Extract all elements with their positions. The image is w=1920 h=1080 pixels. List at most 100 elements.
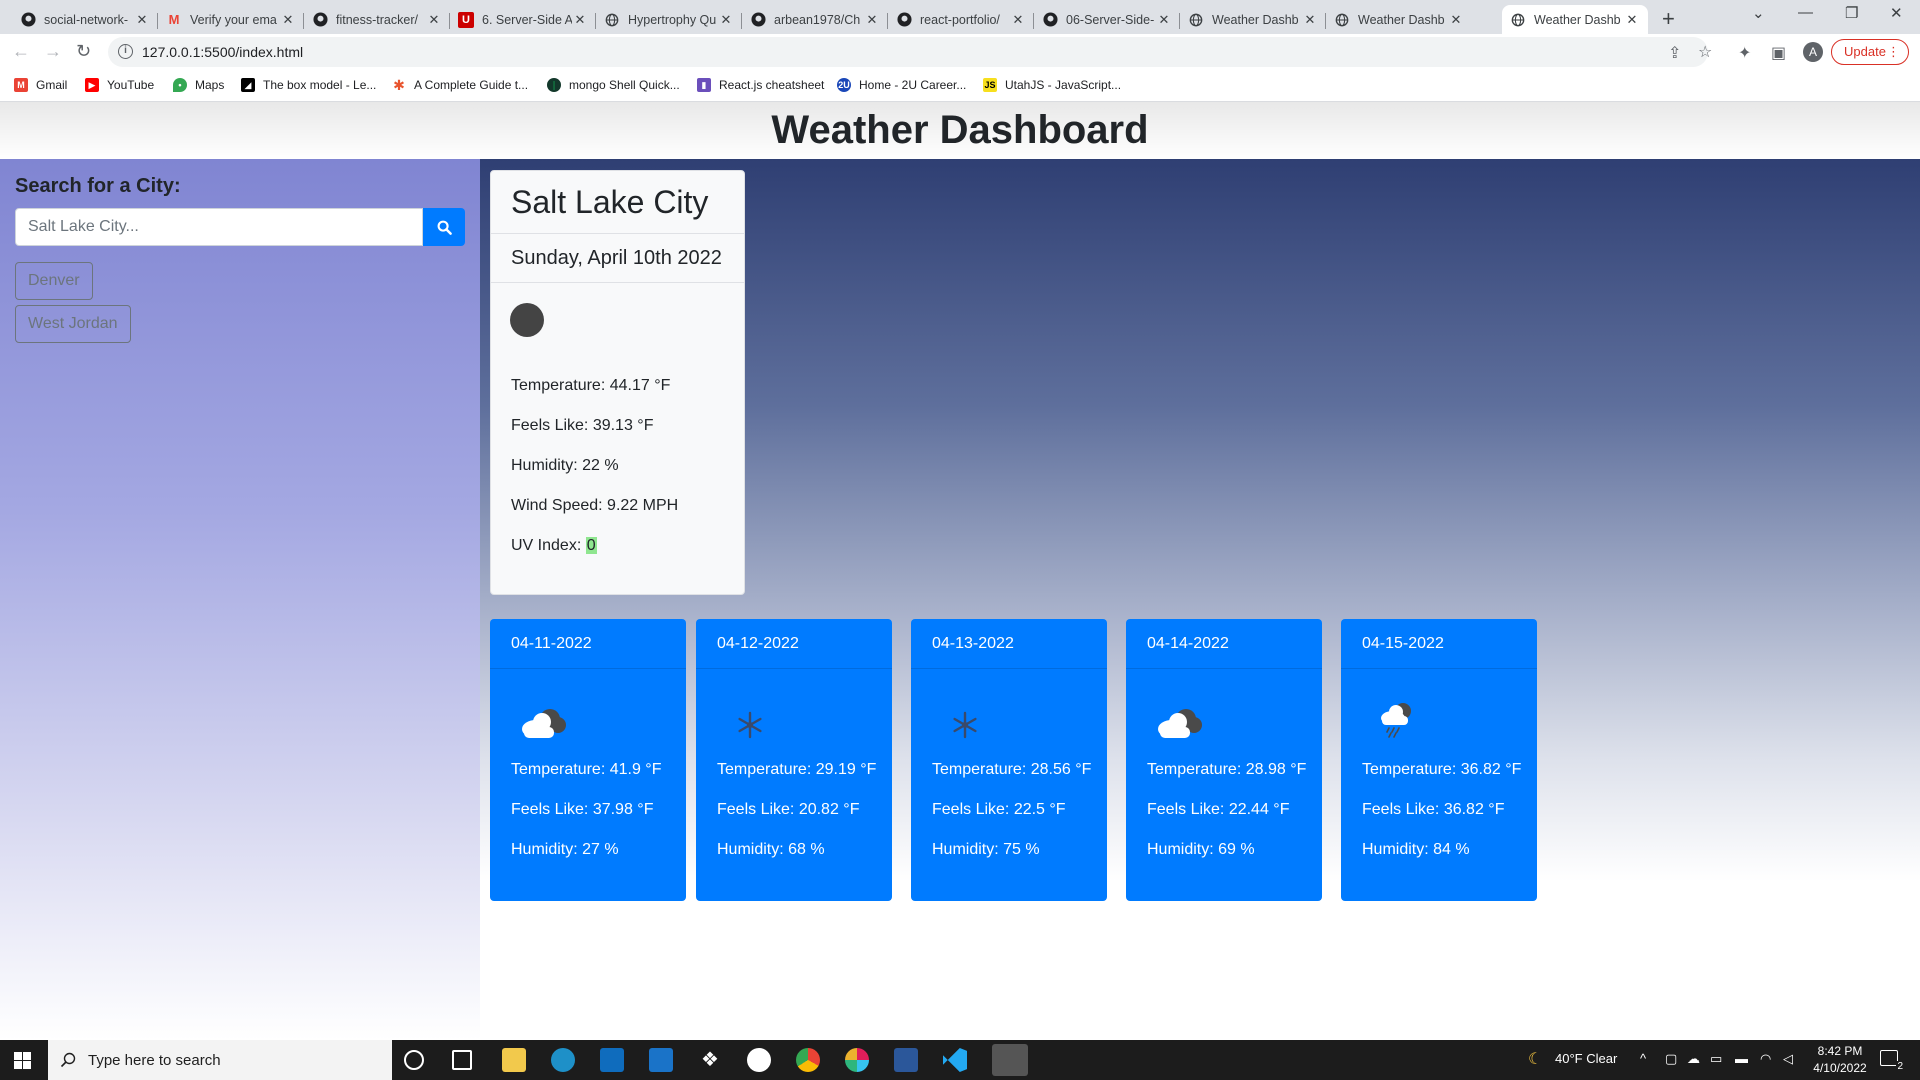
- volume-icon[interactable]: ◁: [1783, 1051, 1793, 1067]
- active-app-icon[interactable]: [992, 1044, 1028, 1076]
- close-icon[interactable]: ✕: [1302, 12, 1318, 28]
- slack-icon[interactable]: [845, 1048, 869, 1072]
- word-icon[interactable]: [894, 1048, 918, 1072]
- edge-icon[interactable]: [551, 1048, 575, 1072]
- chrome-icon[interactable]: [796, 1048, 820, 1072]
- browser-tab[interactable]: react-portfolio/ ✕: [888, 5, 1034, 34]
- new-tab-button[interactable]: +: [1662, 6, 1675, 32]
- bookmark-item[interactable]: ✱ A Complete Guide t...: [392, 78, 528, 92]
- meet-now-icon[interactable]: ▢: [1665, 1051, 1677, 1067]
- browser-tab[interactable]: Weather Dashb ✕: [1180, 5, 1326, 34]
- vscode-icon[interactable]: [943, 1048, 967, 1072]
- history-button-west-jordan[interactable]: West Jordan: [15, 305, 131, 343]
- browser-tab[interactable]: fitness-tracker/ ✕: [304, 5, 450, 34]
- extensions-icon[interactable]: ✦: [1738, 43, 1751, 63]
- bookmark-item[interactable]: ▶ YouTube: [85, 78, 154, 92]
- file-explorer-icon[interactable]: [502, 1048, 526, 1072]
- browser-tab[interactable]: U 6. Server-Side A ✕: [450, 5, 596, 34]
- battery-icon[interactable]: ▬: [1735, 1051, 1748, 1066]
- site-info-icon[interactable]: i: [118, 44, 133, 59]
- forecast-date: 04-12-2022: [696, 619, 892, 669]
- reload-button[interactable]: ↻: [76, 41, 91, 62]
- windows-start-icon[interactable]: [14, 1052, 31, 1069]
- forward-button[interactable]: →: [44, 41, 62, 62]
- taskbar-search-box[interactable]: Type here to search: [48, 1040, 392, 1080]
- tab-search-icon[interactable]: ⌄: [1752, 4, 1765, 22]
- search-button[interactable]: [423, 208, 465, 246]
- chevron-up-icon[interactable]: ^: [1640, 1051, 1646, 1066]
- side-panel-icon[interactable]: ▣: [1771, 43, 1786, 63]
- window-close-button[interactable]: ✕: [1890, 4, 1903, 22]
- github-icon: [1042, 12, 1058, 28]
- notification-center-icon[interactable]: 2: [1880, 1050, 1904, 1072]
- bookmark-star-icon[interactable]: ☆: [1698, 42, 1712, 62]
- current-temperature: Temperature: 44.17 °F: [511, 377, 671, 394]
- browser-tab-strip: social-network- ✕ M Verify your ema ✕ fi…: [0, 0, 1920, 34]
- uv-label: UV Index:: [511, 537, 586, 554]
- close-icon[interactable]: ✕: [572, 12, 588, 28]
- browser-tab[interactable]: arbean1978/Ch ✕: [742, 5, 888, 34]
- weather-main: Salt Lake City Sunday, April 10th 2022 T…: [480, 159, 1920, 1040]
- store-icon[interactable]: [600, 1048, 624, 1072]
- browser-tab[interactable]: M Verify your ema ✕: [158, 5, 304, 34]
- forecast-date: 04-15-2022: [1341, 619, 1537, 669]
- bookmark-item[interactable]: • Maps: [173, 78, 224, 92]
- bookmark-item[interactable]: M Gmail: [14, 78, 67, 92]
- close-icon[interactable]: ✕: [1624, 12, 1640, 28]
- github-desktop-icon[interactable]: [747, 1048, 771, 1072]
- bookmark-label: UtahJS - JavaScript...: [1005, 78, 1122, 92]
- forecast-temperature: Temperature: 29.19 °F: [717, 761, 877, 778]
- avatar[interactable]: A: [1803, 42, 1823, 62]
- bookmark-label: Gmail: [36, 78, 68, 92]
- bookmark-item[interactable]: 2U Home - 2U Career...: [837, 78, 966, 92]
- onedrive-icon[interactable]: ☁: [1687, 1051, 1700, 1067]
- bookmark-item[interactable]: ◢ The box model - Le...: [241, 78, 376, 92]
- css-tricks-icon: ✱: [393, 77, 405, 93]
- clear-night-icon: [510, 303, 544, 337]
- url-text: 127.0.0.1:5500/index.html: [142, 44, 304, 60]
- notification-count: 2: [1896, 1061, 1904, 1072]
- bookmark-item[interactable]: JS UtahJS - JavaScript...: [983, 78, 1121, 92]
- search-sidebar: Search for a City: Denver West Jordan: [0, 159, 480, 1040]
- task-view-icon[interactable]: [452, 1050, 472, 1070]
- close-icon[interactable]: ✕: [1156, 12, 1172, 28]
- browser-tab[interactable]: Weather Dashb ✕: [1326, 5, 1472, 34]
- history-button-denver[interactable]: Denver: [15, 262, 93, 300]
- bookmark-item[interactable]: ❘ mongo Shell Quick...: [547, 78, 680, 92]
- js-icon: JS: [983, 78, 997, 92]
- back-button[interactable]: ←: [12, 41, 30, 62]
- forecast-feels-like: Feels Like: 36.82 °F: [1362, 801, 1505, 818]
- address-bar[interactable]: i 127.0.0.1:5500/index.html ⇪ ☆: [108, 37, 1712, 67]
- restore-button[interactable]: ❐: [1845, 4, 1858, 22]
- update-button[interactable]: Update ⋮: [1831, 39, 1909, 65]
- close-icon[interactable]: ✕: [864, 12, 880, 28]
- share-icon[interactable]: ⇪: [1668, 43, 1681, 63]
- wifi-icon[interactable]: ◠: [1760, 1051, 1771, 1067]
- close-icon[interactable]: ✕: [1010, 12, 1026, 28]
- city-search-input[interactable]: [15, 208, 423, 246]
- close-icon[interactable]: ✕: [134, 12, 150, 28]
- browser-tab[interactable]: 06-Server-Side- ✕: [1034, 5, 1180, 34]
- forecast-date: 04-13-2022: [911, 619, 1107, 669]
- close-icon[interactable]: ✕: [426, 12, 442, 28]
- browser-tab[interactable]: Hypertrophy Qu ✕: [596, 5, 742, 34]
- bookmark-item[interactable]: ▮ React.js cheatsheet: [697, 78, 824, 92]
- taskbar-weather[interactable]: 40°F Clear: [1555, 1051, 1617, 1066]
- close-icon[interactable]: ✕: [280, 12, 296, 28]
- forecast-card: 04-15-2022 Temperature: 36.82 °F Feels L…: [1341, 619, 1537, 901]
- forecast-humidity: Humidity: 68 %: [717, 841, 825, 858]
- bookmark-label: Maps: [195, 78, 225, 92]
- github-icon: [20, 12, 36, 28]
- youtube-icon: ▶: [85, 78, 99, 92]
- close-icon[interactable]: ✕: [1448, 12, 1464, 28]
- minimize-button[interactable]: —: [1798, 4, 1813, 21]
- browser-tab[interactable]: social-network- ✕: [12, 5, 158, 34]
- close-icon[interactable]: ✕: [718, 12, 734, 28]
- mail-icon[interactable]: [649, 1048, 673, 1072]
- browser-tab-active[interactable]: Weather Dashb ✕: [1502, 5, 1648, 34]
- cortana-icon[interactable]: [404, 1050, 424, 1070]
- display-icon[interactable]: ▭: [1710, 1051, 1722, 1067]
- taskbar-clock[interactable]: 8:42 PM 4/10/2022: [1800, 1043, 1880, 1077]
- dropbox-icon[interactable]: ❖: [698, 1048, 722, 1072]
- forecast-temperature: Temperature: 28.98 °F: [1147, 761, 1307, 778]
